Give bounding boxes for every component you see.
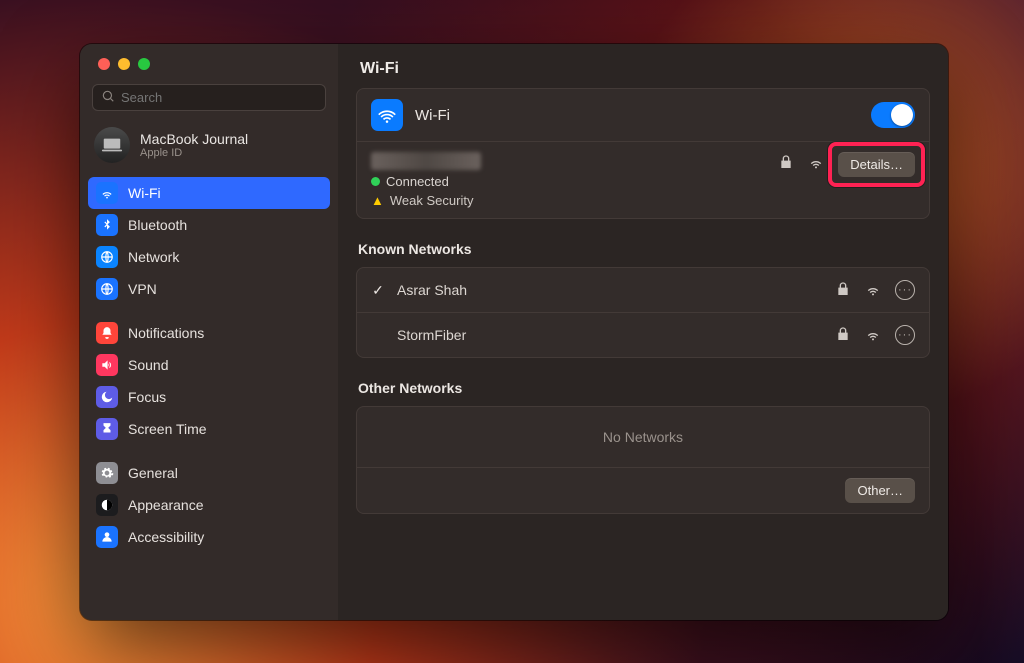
- gear-icon: [96, 462, 118, 484]
- sidebar-item-general[interactable]: General: [88, 457, 330, 489]
- sidebar-nav: Wi-Fi Bluetooth Network VPN Notifications Sou…: [80, 177, 338, 565]
- system-settings-window: MacBook Journal Apple ID Wi-Fi Bluetooth N…: [80, 44, 948, 620]
- network-name: StormFiber: [397, 327, 823, 343]
- search-input[interactable]: [121, 90, 317, 105]
- known-networks-heading: Known Networks: [358, 241, 928, 257]
- apple-id-account[interactable]: MacBook Journal Apple ID: [80, 123, 338, 177]
- account-name: MacBook Journal: [140, 131, 248, 147]
- wifi-signal-icon: [865, 281, 881, 300]
- sidebar-item-label: Focus: [128, 389, 166, 405]
- other-networks-panel: No Networks Other…: [356, 406, 930, 514]
- sidebar-item-label: Notifications: [128, 325, 204, 341]
- more-options-button[interactable]: ···: [895, 280, 915, 300]
- minimize-window-button[interactable]: [118, 58, 130, 70]
- wifi-label: Wi-Fi: [415, 107, 450, 124]
- sidebar-item-vpn[interactable]: VPN: [88, 273, 330, 305]
- status-dot-icon: [371, 177, 380, 186]
- wifi-signal-icon: [808, 154, 824, 175]
- checkmark-icon: ✓: [371, 282, 385, 299]
- more-options-button[interactable]: ···: [895, 325, 915, 345]
- current-network-name: [371, 152, 481, 170]
- sidebar-item-accessibility[interactable]: Accessibility: [88, 521, 330, 553]
- account-subtitle: Apple ID: [140, 147, 248, 159]
- globe-icon: [96, 278, 118, 300]
- sidebar-item-label: Wi-Fi: [128, 185, 161, 201]
- main-content: Wi-Fi Wi-Fi Connected: [338, 44, 948, 620]
- other-network-button[interactable]: Other…: [845, 478, 915, 503]
- sidebar-item-bluetooth[interactable]: Bluetooth: [88, 209, 330, 241]
- hourglass-icon: [96, 418, 118, 440]
- sidebar-item-network[interactable]: Network: [88, 241, 330, 273]
- details-button[interactable]: Details…: [838, 152, 915, 177]
- globe-icon: [96, 246, 118, 268]
- other-networks-heading: Other Networks: [358, 380, 928, 396]
- search-icon: [101, 89, 115, 106]
- person-icon: [96, 526, 118, 548]
- no-networks-text: No Networks: [357, 407, 929, 467]
- wifi-icon: [96, 182, 118, 204]
- wifi-signal-icon: [865, 326, 881, 345]
- account-avatar: [94, 127, 130, 163]
- sidebar-item-label: VPN: [128, 281, 157, 297]
- lock-icon: [778, 154, 794, 175]
- sidebar-item-appearance[interactable]: Appearance: [88, 489, 330, 521]
- page-title: Wi-Fi: [338, 44, 948, 88]
- sidebar-item-label: Appearance: [128, 497, 204, 513]
- bell-icon: [96, 322, 118, 344]
- sidebar-item-label: Bluetooth: [128, 217, 187, 233]
- sidebar-item-label: General: [128, 465, 178, 481]
- moon-icon: [96, 386, 118, 408]
- sidebar-item-sound[interactable]: Sound: [88, 349, 330, 381]
- bluetooth-icon: [96, 214, 118, 236]
- lock-icon: [835, 326, 851, 345]
- zoom-window-button[interactable]: [138, 58, 150, 70]
- known-network-row[interactable]: StormFiber ···: [357, 313, 929, 357]
- sidebar-item-wifi[interactable]: Wi-Fi: [88, 177, 330, 209]
- wifi-status-panel: Wi-Fi Connected ▲ Weak Security: [356, 88, 930, 219]
- window-traffic-lights: [80, 44, 338, 80]
- sidebar-item-label: Accessibility: [128, 529, 204, 545]
- sidebar-item-label: Network: [128, 249, 179, 265]
- network-name: Asrar Shah: [397, 282, 823, 298]
- search-field[interactable]: [92, 84, 326, 111]
- wifi-icon: [371, 99, 403, 131]
- sidebar: MacBook Journal Apple ID Wi-Fi Bluetooth N…: [80, 44, 338, 620]
- known-networks-panel: ✓ Asrar Shah ··· StormFiber ···: [356, 267, 930, 358]
- lock-icon: [835, 281, 851, 300]
- sidebar-item-label: Screen Time: [128, 421, 207, 437]
- sidebar-item-screentime[interactable]: Screen Time: [88, 413, 330, 445]
- appearance-icon: [96, 494, 118, 516]
- sidebar-item-label: Sound: [128, 357, 168, 373]
- known-network-row[interactable]: ✓ Asrar Shah ···: [357, 268, 929, 312]
- wifi-toggle[interactable]: [871, 102, 915, 128]
- speaker-icon: [96, 354, 118, 376]
- sidebar-item-focus[interactable]: Focus: [88, 381, 330, 413]
- warning-icon: ▲: [371, 193, 384, 208]
- sidebar-item-notifications[interactable]: Notifications: [88, 317, 330, 349]
- connection-status: Connected: [371, 174, 766, 189]
- close-window-button[interactable]: [98, 58, 110, 70]
- security-warning: ▲ Weak Security: [371, 193, 766, 208]
